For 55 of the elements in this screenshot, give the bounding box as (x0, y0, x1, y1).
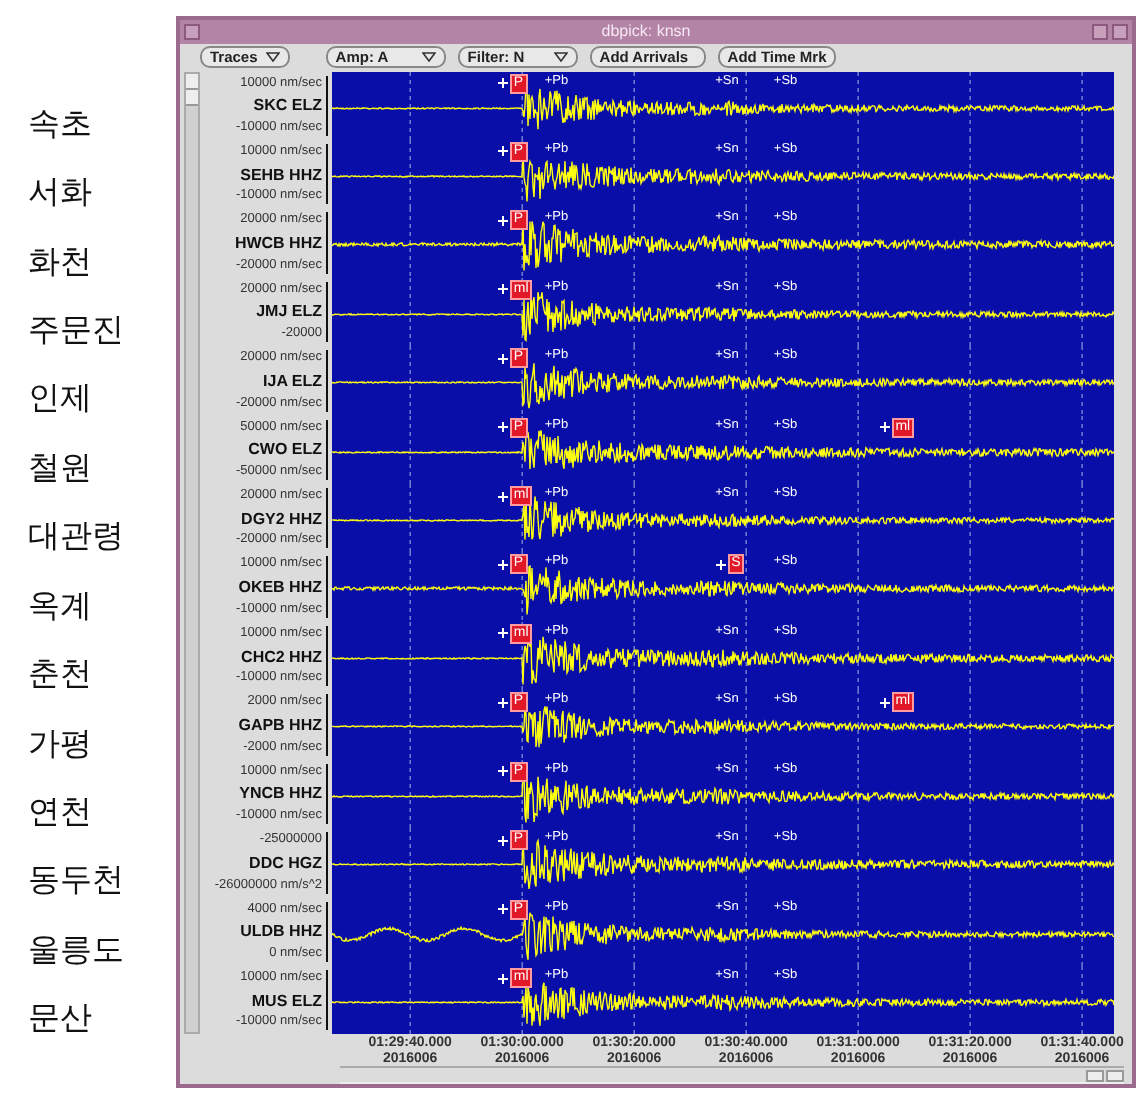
station-label: CHC2 HHZ (241, 647, 322, 666)
station-name: 대관령 (26, 514, 126, 559)
scroll-left-icon[interactable] (1086, 1069, 1104, 1082)
caret-icon (553, 52, 568, 63)
station-name: 철원 (26, 445, 94, 490)
cross-icon (715, 559, 726, 570)
station-name: 동두천 (26, 858, 126, 903)
cross-icon (497, 491, 508, 502)
station-label: ULDB HHZ (240, 922, 322, 941)
station-label: SKC ELZ (253, 96, 322, 115)
cross-icon (497, 835, 508, 846)
station-name: 옥계 (26, 583, 94, 628)
station-name: 인제 (26, 376, 94, 421)
cross-icon (497, 904, 508, 915)
station-label: CWO ELZ (248, 440, 322, 459)
cross-icon (879, 697, 890, 708)
station-label: OKEB HHZ (238, 578, 322, 597)
station-label: HWCB HHZ (234, 234, 322, 253)
cross-icon (497, 284, 508, 295)
window-title: dbpick: knsn (599, 22, 693, 41)
station-label: DDC HGZ (249, 853, 322, 872)
station-name: 연천 (26, 790, 94, 834)
cross-icon (497, 353, 508, 364)
cross-icon (497, 422, 508, 433)
minimize-button[interactable] (1092, 23, 1108, 40)
station-name: 주문진 (26, 308, 126, 353)
station-name: 화천 (26, 239, 94, 284)
station-label: DGY2 HHZ (241, 509, 322, 528)
cross-icon (497, 766, 508, 777)
cross-icon (497, 697, 508, 708)
caret-icon (421, 52, 436, 63)
station-name: 춘천 (26, 652, 94, 697)
station-label: SEHB HHZ (240, 165, 322, 184)
cross-icon (497, 559, 508, 570)
cross-icon (497, 146, 508, 157)
window-menu-button[interactable] (184, 23, 200, 40)
cross-icon (497, 78, 508, 89)
station-name: 서화 (26, 170, 94, 215)
cross-icon (497, 215, 508, 226)
caret-icon (265, 52, 280, 63)
cross-icon (879, 422, 890, 433)
station-label: YNCB HHZ (239, 784, 322, 803)
station-name: 속초 (26, 101, 94, 146)
maximize-button[interactable] (1112, 23, 1128, 40)
station-label: IJA ELZ (263, 371, 322, 390)
station-name: 가평 (26, 721, 94, 766)
station-name: 울릉도 (26, 927, 126, 972)
cross-icon (497, 628, 508, 639)
cross-icon (497, 973, 508, 983)
scroll-right-icon[interactable] (1106, 1069, 1124, 1082)
scroll-up-icon[interactable] (186, 73, 198, 90)
station-label: GAPB HHZ (238, 716, 322, 735)
station-label: JMJ ELZ (256, 302, 322, 321)
station-label: MUS ELZ (251, 991, 322, 1010)
station-name: 문산 (26, 996, 94, 1041)
